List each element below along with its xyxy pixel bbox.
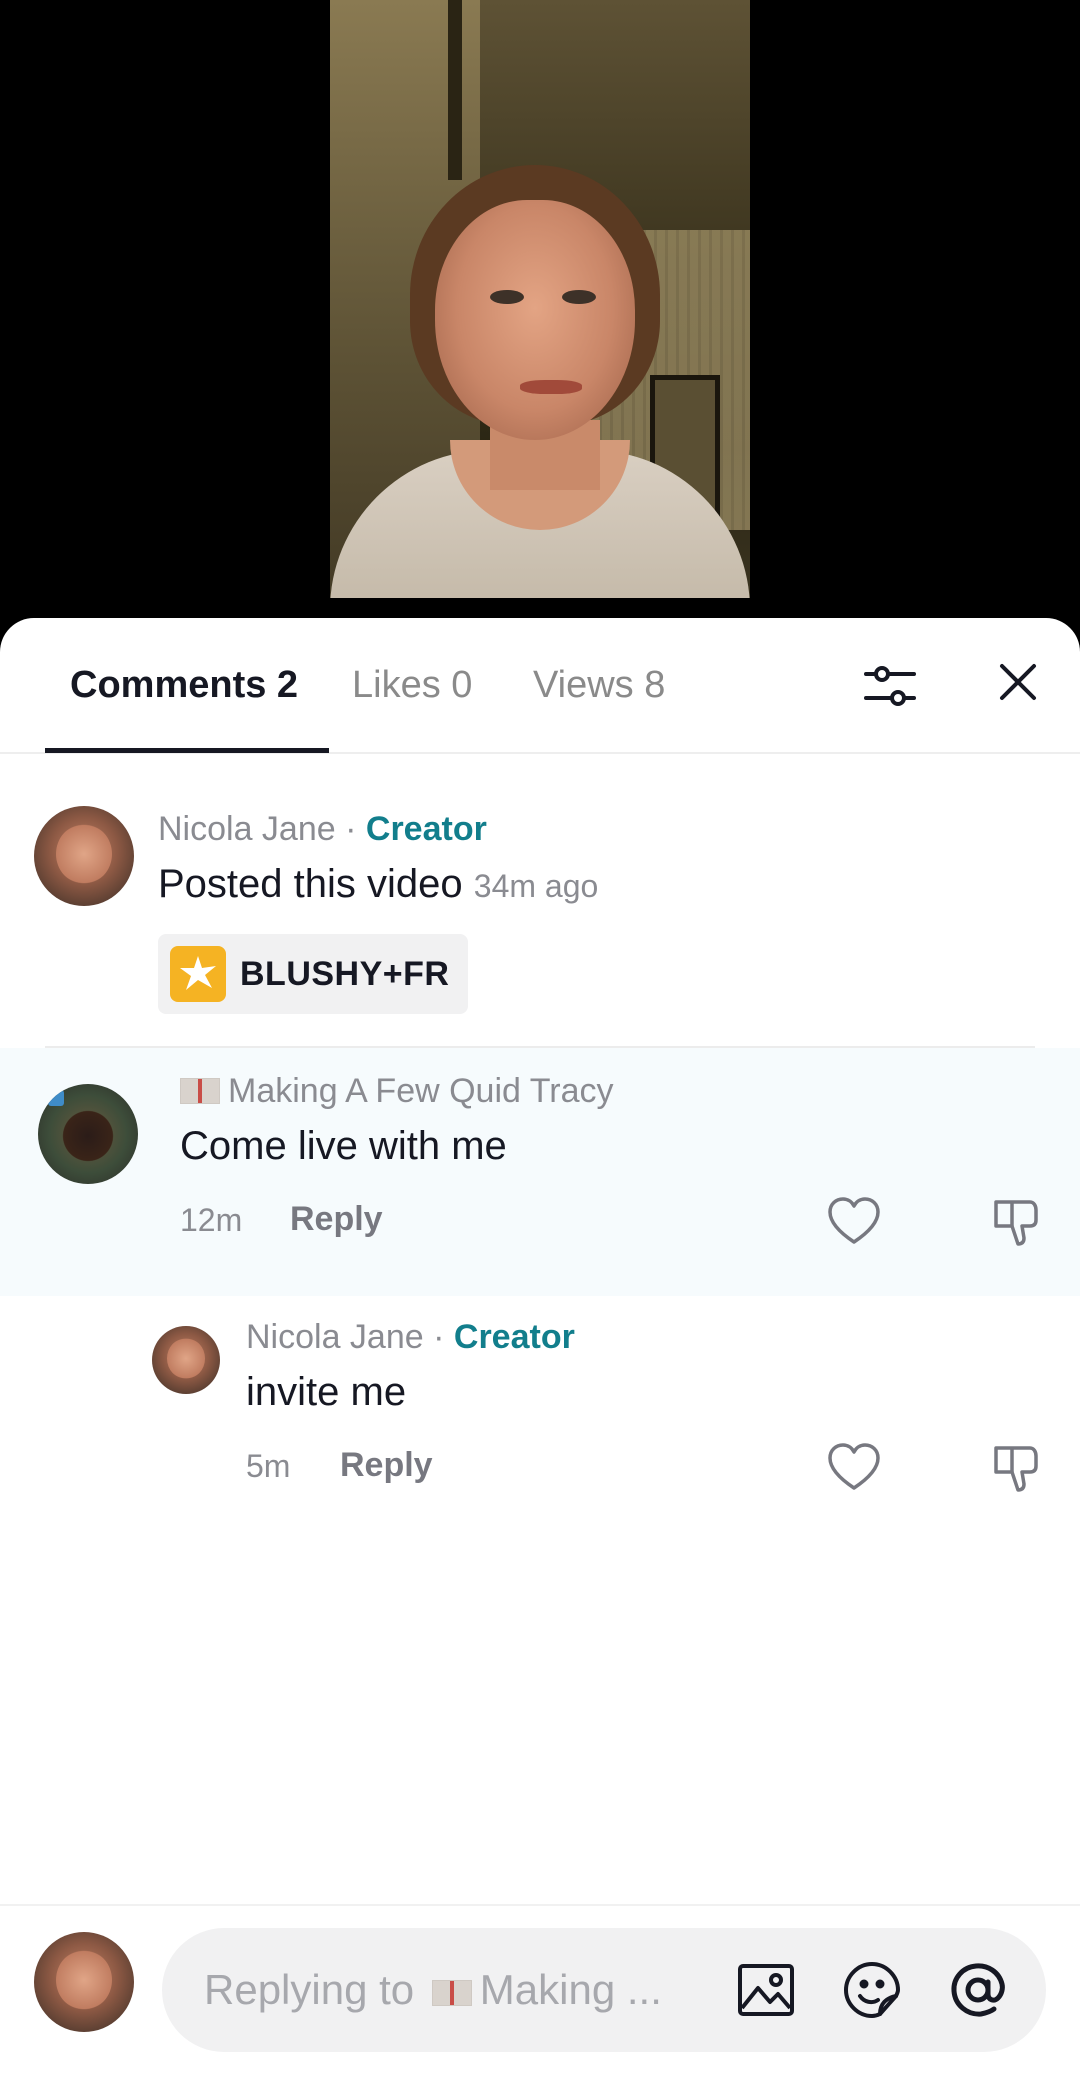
video-frame (330, 0, 750, 598)
heart-icon[interactable] (826, 1440, 882, 1496)
username[interactable]: Nicola Jane (246, 1318, 424, 1356)
comment-item[interactable]: Making A Few Quid Tracy Come live with m… (0, 1048, 1080, 1296)
effect-label: BLUSHY+FR (240, 954, 450, 993)
post-text: Posted this video (158, 862, 463, 906)
reply-button[interactable]: Reply (340, 1446, 433, 1485)
creator-badge: Creator (365, 810, 487, 848)
dislike-icon[interactable] (990, 1440, 1046, 1496)
username-line: Making A Few Quid Tracy (180, 1072, 614, 1111)
creator-post: Nicola Jane · Creator Posted this video … (0, 786, 1080, 1014)
placeholder-suffix: Making ... (479, 1966, 662, 2013)
flag-icon (180, 1078, 220, 1104)
comment-composer: Replying to Making ... (0, 1904, 1080, 2080)
tab-likes[interactable]: Likes 0 (352, 664, 472, 707)
sticker-icon[interactable] (842, 1960, 902, 2020)
active-tab-indicator (45, 748, 329, 753)
mention-icon[interactable] (948, 1960, 1008, 2020)
tab-comments[interactable]: Comments 2 (70, 664, 298, 707)
username[interactable]: Making A Few Quid Tracy (228, 1072, 614, 1110)
image-icon[interactable] (736, 1960, 796, 2020)
comments-sheet: Comments 2 Likes 0 Views 8 Nicola Jane ·… (0, 618, 1080, 2080)
username-line: Nicola Jane · Creator (246, 1318, 575, 1357)
tab-views[interactable]: Views 8 (533, 664, 665, 707)
close-icon[interactable] (994, 658, 1042, 706)
username[interactable]: Nicola Jane (158, 810, 336, 848)
video-player[interactable] (0, 0, 1080, 640)
username-line: Nicola Jane · Creator (158, 810, 487, 849)
filter-sliders-icon[interactable] (862, 658, 918, 714)
avatar[interactable] (34, 806, 134, 906)
sparkle-icon (170, 946, 226, 1002)
dislike-icon[interactable] (990, 1194, 1046, 1250)
post-text-line: Posted this video 34m ago (158, 862, 598, 907)
reply-button[interactable]: Reply (290, 1200, 383, 1239)
placeholder-prefix: Replying to (204, 1966, 415, 2013)
reply-time: 5m (246, 1448, 291, 1484)
effect-chip[interactable]: BLUSHY+FR (158, 934, 468, 1014)
comment-input[interactable]: Replying to Making ... (162, 1928, 1046, 2052)
avatar (34, 1932, 134, 2032)
creator-badge: Creator (453, 1318, 575, 1356)
reply-text: invite me (246, 1370, 407, 1414)
heart-icon[interactable] (826, 1194, 882, 1250)
separator: · (433, 1318, 445, 1356)
comment-text: Come live with me (180, 1124, 507, 1168)
input-placeholder: Replying to Making ... (204, 1966, 662, 2014)
separator: · (345, 810, 357, 848)
avatar[interactable] (38, 1084, 138, 1184)
flag-icon (431, 1980, 472, 2006)
avatar[interactable] (152, 1326, 220, 1394)
comment-time: 12m (180, 1202, 243, 1238)
tab-bar: Comments 2 Likes 0 Views 8 (0, 618, 1080, 754)
reply-item[interactable]: Nicola Jane · Creator invite me 5m Reply (0, 1296, 1080, 1516)
post-time: 34m ago (473, 868, 599, 904)
